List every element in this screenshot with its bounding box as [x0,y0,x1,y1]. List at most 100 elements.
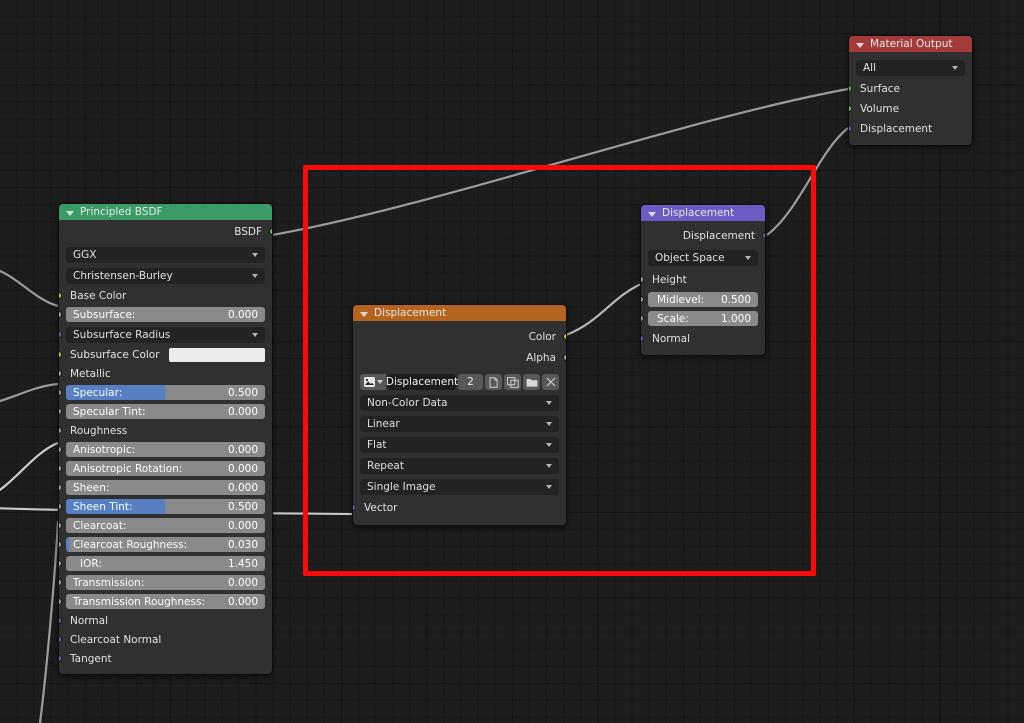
subsurface-radius-dropdown[interactable]: Subsurface Radius [66,326,265,343]
projection-dropdown[interactable]: Flat [360,436,559,453]
sheen-tint-value-field[interactable]: Sheen Tint: 0.500 [66,499,265,514]
socket-in-anisotropic-rotation[interactable] [59,465,62,472]
clearcoat-value-field[interactable]: Clearcoat: 0.000 [66,518,265,533]
socket-in-ior[interactable] [59,560,62,567]
dropdown-distribution[interactable]: GGX [59,244,272,265]
node-header-displacement[interactable]: Displacement [641,205,765,221]
open-image-button[interactable] [523,374,540,390]
input-row-height[interactable]: Height [641,269,765,290]
input-row-transmission-roughness[interactable]: Transmission Roughness: 0.000 [59,592,272,611]
input-row-volume[interactable]: Volume [849,99,972,119]
input-row-specular-tint[interactable]: Specular Tint: 0.000 [59,402,272,421]
input-row-normal-disp[interactable]: Normal [641,328,765,349]
input-row-displacement-out[interactable]: Displacement [849,119,972,139]
output-row-displacement[interactable]: Displacement [641,225,765,247]
source-dropdown[interactable]: Single Image [360,478,559,495]
input-row-roughness[interactable]: Roughness [59,421,272,440]
input-row-subsurface-color[interactable]: Subsurface Color [59,345,272,364]
midlevel-value-field[interactable]: Midlevel: 0.500 [648,292,758,307]
ior-value-field[interactable]: IOR: 1.450 [66,556,265,571]
input-row-tangent[interactable]: Tangent [59,649,272,668]
specular-value-field[interactable]: Specular: 0.500 [66,385,265,400]
dropdown-subsurface-method[interactable]: Christensen-Burley [59,265,272,286]
image-user-count-button[interactable]: 2 [458,374,483,390]
input-row-scale[interactable]: Scale: 1.000 [641,309,765,328]
node-image-texture[interactable]: Displacement Color Alpha Displacement 2 … [352,304,567,526]
socket-in-midlevel[interactable] [641,296,644,303]
anisotropic-value-field[interactable]: Anisotropic: 0.000 [66,442,265,457]
input-row-anisotropic-rotation[interactable]: Anisotropic Rotation: 0.000 [59,459,272,478]
socket-out-alpha[interactable] [563,354,566,361]
socket-out-color[interactable] [563,333,566,340]
input-row-subsurface-radius[interactable]: Subsurface Radius [59,324,272,345]
socket-out-bsdf[interactable] [269,228,272,235]
row-source[interactable]: Single Image [353,476,566,497]
socket-in-clearcoat[interactable] [59,522,62,529]
input-row-clearcoat-roughness[interactable]: Clearcoat Roughness: 0.030 [59,535,272,554]
clearcoat-roughness-value-field[interactable]: Clearcoat Roughness: 0.030 [66,537,265,552]
input-row-vector[interactable]: Vector [353,497,566,519]
new-image-button[interactable] [485,374,502,390]
color-space-dropdown[interactable]: Non-Color Data [360,394,559,411]
node-displacement[interactable]: Displacement Displacement Object Space H… [640,204,766,356]
socket-in-transmission[interactable] [59,579,62,586]
socket-in-sheen[interactable] [59,484,62,491]
input-row-transmission[interactable]: Transmission: 0.000 [59,573,272,592]
transmission-value-field[interactable]: Transmission: 0.000 [66,575,265,590]
input-row-sheen[interactable]: Sheen: 0.000 [59,478,272,497]
output-row-color[interactable]: Color [353,326,566,348]
input-row-base-color[interactable]: Base Color [59,286,272,305]
input-row-normal[interactable]: Normal [59,611,272,630]
collapse-triangle-icon[interactable] [856,42,864,48]
browse-image-button[interactable] [360,374,386,390]
socket-in-sheen-tint[interactable] [59,503,62,510]
socket-out-displacement[interactable] [762,232,765,239]
input-row-surface[interactable]: Surface [849,79,972,99]
node-header-image-texture[interactable]: Displacement [353,305,566,321]
socket-in-subsurface[interactable] [59,311,62,318]
node-editor-canvas[interactable]: Principled BSDF BSDF GGX Christensen-Bur… [0,0,1024,723]
collapse-triangle-icon[interactable] [360,311,368,317]
row-interpolation[interactable]: Linear [353,413,566,434]
output-row-alpha[interactable]: Alpha [353,348,566,368]
interpolation-dropdown[interactable]: Linear [360,415,559,432]
subsurface-color-swatch[interactable] [169,347,265,362]
subsurface-method-dropdown[interactable]: Christensen-Burley [66,267,265,284]
input-row-anisotropic[interactable]: Anisotropic: 0.000 [59,440,272,459]
row-projection[interactable]: Flat [353,434,566,455]
input-row-sheen-tint[interactable]: Sheen Tint: 0.500 [59,497,272,516]
anisotropic-rotation-value-field[interactable]: Anisotropic Rotation: 0.000 [66,461,265,476]
socket-in-scale[interactable] [641,315,644,322]
duplicate-image-button[interactable] [504,374,521,390]
row-target[interactable]: All [849,57,972,79]
socket-in-specular-tint[interactable] [59,408,62,415]
input-row-clearcoat[interactable]: Clearcoat: 0.000 [59,516,272,535]
socket-in-subsurface-radius[interactable] [59,331,62,338]
input-row-clearcoat-normal[interactable]: Clearcoat Normal [59,630,272,649]
unlink-image-button[interactable] [542,374,559,390]
space-dropdown[interactable]: Object Space [648,250,758,266]
input-row-metallic[interactable]: Metallic [59,364,272,383]
node-material-output[interactable]: Material Output All Surface Volume Displ… [848,35,973,146]
socket-in-anisotropic[interactable] [59,446,62,453]
input-row-specular[interactable]: Specular: 0.500 [59,383,272,402]
row-extension[interactable]: Repeat [353,455,566,476]
scale-value-field[interactable]: Scale: 1.000 [648,311,758,326]
specular-tint-value-field[interactable]: Specular Tint: 0.000 [66,404,265,419]
collapse-triangle-icon[interactable] [66,210,74,216]
socket-in-clearcoat-roughness[interactable] [59,541,62,548]
distribution-dropdown[interactable]: GGX [66,246,265,263]
socket-in-transmission-roughness[interactable] [59,598,62,605]
input-row-midlevel[interactable]: Midlevel: 0.500 [641,290,765,309]
collapse-triangle-icon[interactable] [648,211,656,217]
sheen-value-field[interactable]: Sheen: 0.000 [66,480,265,495]
extension-dropdown[interactable]: Repeat [360,457,559,474]
row-color-space[interactable]: Non-Color Data [353,392,566,413]
transmission-roughness-value-field[interactable]: Transmission Roughness: 0.000 [66,594,265,609]
socket-in-specular[interactable] [59,389,62,396]
image-datablock-row[interactable]: Displacement 2 [360,374,559,390]
output-row-bsdf[interactable]: BSDF [59,220,272,244]
subsurface-value-field[interactable]: Subsurface: 0.000 [66,307,265,322]
target-dropdown[interactable]: All [856,60,965,76]
node-header-principled-bsdf[interactable]: Principled BSDF [59,204,272,220]
